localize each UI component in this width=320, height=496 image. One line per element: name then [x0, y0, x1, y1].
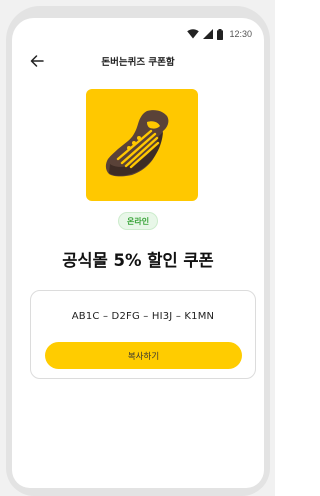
online-badge: 온라인 — [118, 212, 159, 230]
coupon-code-card: AB1C – D2FG – HI3J – K1MN 복사하기 — [30, 290, 256, 379]
phone-screen: 12:30 돈버는퀴즈 쿠폰함 온라인 공식몰 5% 할인 쿠폰 AB1C – … — [12, 18, 264, 488]
coupon-product-image — [86, 89, 198, 201]
battery-icon — [217, 28, 224, 40]
app-bar: 돈버는퀴즈 쿠폰함 — [12, 48, 264, 74]
copy-button[interactable]: 복사하기 — [45, 342, 242, 369]
device-frame: 12:30 돈버는퀴즈 쿠폰함 온라인 공식몰 5% 할인 쿠폰 AB1C – … — [0, 0, 275, 496]
status-bar: 12:30 — [187, 27, 252, 41]
wifi-icon — [187, 29, 200, 39]
status-time: 12:30 — [229, 29, 252, 39]
signal-icon — [203, 29, 214, 39]
sneaker-icon — [102, 103, 182, 187]
page-title: 돈버는퀴즈 쿠폰함 — [101, 57, 175, 68]
coupon-code: AB1C – D2FG – HI3J – K1MN — [71, 311, 215, 322]
coupon-title: 공식몰 5% 할인 쿠폰 — [62, 251, 214, 270]
